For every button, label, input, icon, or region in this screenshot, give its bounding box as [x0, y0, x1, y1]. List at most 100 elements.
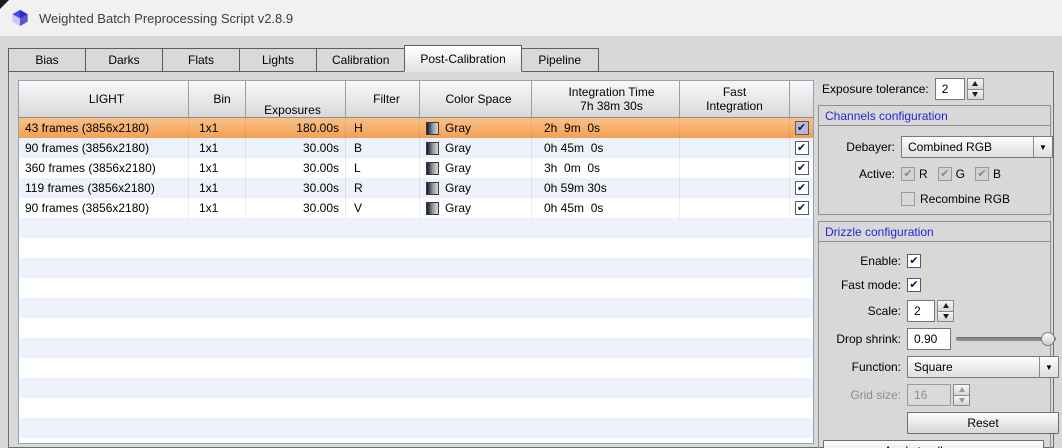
- debayer-label: Debayer:: [846, 140, 895, 154]
- grid-size-down-button: [953, 395, 970, 406]
- bin-cell: 1x1: [189, 138, 246, 158]
- column-header-exposure: Exposures: [246, 81, 346, 117]
- channel-r-label: R: [919, 167, 928, 181]
- window-corner: [0, 0, 9, 9]
- up-arrow-icon: [972, 81, 979, 87]
- wbpp-window: Weighted Batch Preprocessing Script v2.8…: [0, 0, 1062, 448]
- table-row[interactable]: 119 frames (3856x2180) 1x1 30.00s R Gray 0h 5…: [19, 178, 813, 198]
- reset-button[interactable]: Reset: [907, 412, 1059, 434]
- channel-b-checkbox: ✔: [975, 167, 990, 181]
- drizzle-configuration-group: Drizzle configuration Enable: ✔ Fast mod…: [818, 221, 1059, 448]
- exposure-tolerance-input[interactable]: 2: [934, 78, 965, 100]
- filter-cell: V: [346, 198, 420, 218]
- up-arrow-icon: [942, 303, 949, 309]
- column-header-light: LIGHT: [19, 81, 189, 117]
- grid-size-label: Grid size:: [850, 388, 901, 402]
- light-cell: 119 frames (3856x2180): [19, 178, 189, 198]
- function-label: Function:: [851, 360, 901, 374]
- active-channels-label: Active:: [858, 167, 895, 181]
- tab-bar: Bias Darks Flats Lights Calibration Post-Cali…: [8, 45, 599, 72]
- exposure-tolerance-row: Exposure tolerance: 2: [818, 77, 1051, 101]
- table-row[interactable]: 90 frames (3856x2180) 1x1 30.00s V Gray 0h 45…: [19, 198, 813, 218]
- exposure-tolerance-down-button[interactable]: [966, 89, 984, 100]
- light-cell: 360 frames (3856x2180): [19, 158, 189, 178]
- row-check-cell: ✔: [790, 158, 813, 178]
- channel-r-checkbox: ✔: [901, 167, 915, 181]
- row-check-cell: ✔: [790, 198, 813, 218]
- recombine-rgb-checkbox[interactable]: [901, 192, 915, 206]
- filter-cell: B: [346, 138, 420, 158]
- table-row[interactable]: 43 frames (3856x2180) 1x1 180.00s H Gray 2h 9…: [19, 118, 813, 138]
- function-dropdown[interactable]: Square ▼: [907, 356, 1059, 378]
- fast-cell: [680, 178, 790, 198]
- fast-mode-label: Fast mode:: [840, 278, 901, 292]
- tab-lights[interactable]: Lights: [239, 48, 317, 72]
- fast-cell: [680, 198, 790, 218]
- bin-cell: 1x1: [189, 178, 246, 198]
- table-row[interactable]: 90 frames (3856x2180) 1x1 30.00s B Gray 0h 45…: [19, 138, 813, 158]
- tab-calibration[interactable]: Calibration: [316, 48, 406, 72]
- group-enabled-checkbox[interactable]: ✔: [794, 141, 809, 155]
- grayscale-gradient-icon: [426, 201, 439, 215]
- drizzle-enable-checkbox[interactable]: ✔: [907, 254, 921, 268]
- light-cell: 90 frames (3856x2180): [19, 198, 189, 218]
- up-arrow-icon: [958, 387, 965, 393]
- group-enabled-checkbox[interactable]: ✔: [794, 201, 809, 215]
- color-space-cell: Gray: [420, 118, 532, 138]
- drop-shrink-input[interactable]: 0.90: [907, 328, 951, 350]
- exposure-cell: 30.00s: [246, 178, 346, 198]
- fast-mode-checkbox[interactable]: ✔: [907, 278, 921, 292]
- exposure-cell: 30.00s: [246, 198, 346, 218]
- scale-label: Scale:: [867, 304, 901, 318]
- bin-cell: 1x1: [189, 158, 246, 178]
- channels-configuration-title: Channels configuration: [819, 106, 1050, 126]
- group-enabled-checkbox[interactable]: ✔: [794, 161, 809, 175]
- scale-stepper: 2: [907, 300, 954, 322]
- integration-cell: 2h 9m 0s: [532, 118, 680, 138]
- row-check-cell: ✔: [790, 118, 813, 138]
- slider-thumb[interactable]: [1041, 332, 1055, 346]
- tab-pipeline[interactable]: Pipeline: [520, 48, 599, 72]
- scale-down-button[interactable]: [937, 311, 954, 322]
- exposure-cell: 30.00s: [246, 138, 346, 158]
- drop-shrink-label: Drop shrink:: [836, 332, 901, 346]
- tab-darks[interactable]: Darks: [85, 48, 163, 72]
- integration-cell: 3h 0m 0s: [532, 158, 680, 178]
- tab-flats[interactable]: Flats: [162, 48, 240, 72]
- exposure-tolerance-up-button[interactable]: [966, 78, 984, 90]
- chevron-down-icon: ▼: [1039, 357, 1058, 377]
- group-enabled-checkbox[interactable]: ✔: [794, 121, 809, 135]
- exposure-tolerance-label: Exposure tolerance:: [822, 82, 929, 96]
- group-enabled-checkbox[interactable]: ✔: [794, 181, 809, 195]
- channel-b-label: B: [993, 167, 1002, 181]
- post-calibration-tab-page: LIGHT Bin Exposures Filter Color Space Integr…: [8, 71, 1059, 448]
- tab-bias[interactable]: Bias: [8, 48, 86, 72]
- integration-cell: 0h 45m 0s: [532, 198, 680, 218]
- filter-cell: H: [346, 118, 420, 138]
- filter-cell: R: [346, 178, 420, 198]
- integration-cell: 0h 45m 0s: [532, 138, 680, 158]
- scale-up-button[interactable]: [937, 300, 954, 312]
- chevron-down-icon: ▼: [1033, 137, 1052, 157]
- column-header-fast: Fast Integration: [680, 81, 790, 117]
- grayscale-gradient-icon: [426, 121, 439, 135]
- grid-size-input: 16: [907, 384, 951, 406]
- grid-size-stepper: 16: [907, 384, 970, 406]
- tab-post-calibration[interactable]: Post-Calibration: [404, 45, 522, 72]
- settings-panel: Exposure tolerance: 2 Channels configura…: [818, 77, 1059, 448]
- bin-cell: 1x1: [189, 198, 246, 218]
- apply-to-all-groups-button[interactable]: Apply to all groups: [823, 440, 1044, 448]
- recombine-rgb-label: Recombine RGB: [920, 192, 1011, 206]
- grid-size-up-button: [953, 384, 970, 396]
- scale-input[interactable]: 2: [907, 300, 935, 322]
- grayscale-gradient-icon: [426, 181, 439, 195]
- exposure-cell: 180.00s: [246, 118, 346, 138]
- debayer-dropdown[interactable]: Combined RGB ▼: [901, 136, 1053, 158]
- grayscale-gradient-icon: [426, 161, 439, 175]
- integration-cell: 0h 59m 30s: [532, 178, 680, 198]
- column-header-check: [790, 81, 813, 117]
- color-space-cell: Gray: [420, 198, 532, 218]
- table-row[interactable]: 360 frames (3856x2180) 1x1 30.00s L Gray 3h 0…: [19, 158, 813, 178]
- row-check-cell: ✔: [790, 138, 813, 158]
- drop-shrink-slider[interactable]: [956, 332, 1056, 346]
